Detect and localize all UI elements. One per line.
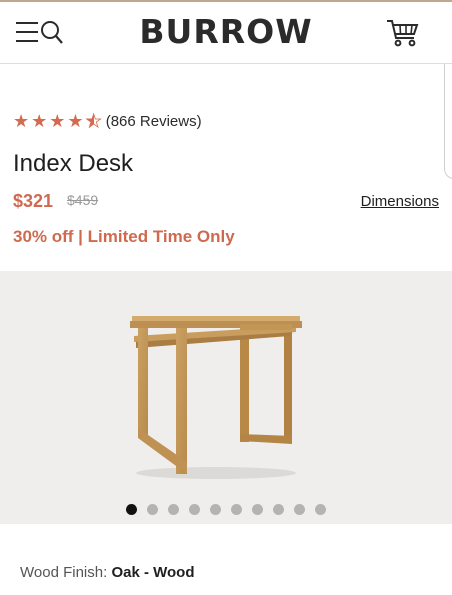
wood-finish-selector[interactable]: Wood Finish: Oak - Wood: [20, 564, 195, 581]
carousel-pagination: [0, 504, 452, 515]
half-star-icon: ★: [85, 111, 102, 131]
brand-logo[interactable]: BURROW: [0, 12, 452, 51]
carousel-dot[interactable]: [126, 504, 137, 515]
star-icon: ★: [67, 111, 84, 131]
review-count[interactable]: (866 Reviews): [106, 113, 202, 130]
carousel-dot[interactable]: [231, 504, 242, 515]
product-rating[interactable]: ★ ★ ★ ★ ★ (866 Reviews): [13, 111, 202, 131]
carousel-dot[interactable]: [189, 504, 200, 515]
shopping-cart-icon[interactable]: [386, 18, 420, 48]
finish-label: Wood Finish:: [20, 564, 108, 581]
star-icon: ★: [31, 111, 48, 131]
star-icon: ★: [49, 111, 66, 131]
carousel-dot[interactable]: [315, 504, 326, 515]
star-icon: ★: [13, 111, 30, 131]
rating-stars: ★ ★ ★ ★ ★: [13, 111, 102, 131]
side-drawer-edge: [444, 64, 452, 179]
carousel-dot[interactable]: [168, 504, 179, 515]
dimensions-link[interactable]: Dimensions: [361, 193, 439, 210]
carousel-dot[interactable]: [147, 504, 158, 515]
promo-text: 30% off | Limited Time Only: [13, 227, 235, 246]
site-header: BURROW: [0, 2, 452, 64]
carousel-dot[interactable]: [252, 504, 263, 515]
product-gallery[interactable]: [0, 271, 452, 524]
carousel-dot[interactable]: [273, 504, 284, 515]
carousel-dot[interactable]: [294, 504, 305, 515]
product-image[interactable]: [124, 310, 308, 482]
original-price: $459: [67, 192, 99, 208]
sale-price: $321: [13, 191, 54, 211]
product-title: Index Desk: [13, 150, 134, 177]
carousel-dot[interactable]: [210, 504, 221, 515]
finish-value: Oak - Wood: [111, 564, 195, 581]
